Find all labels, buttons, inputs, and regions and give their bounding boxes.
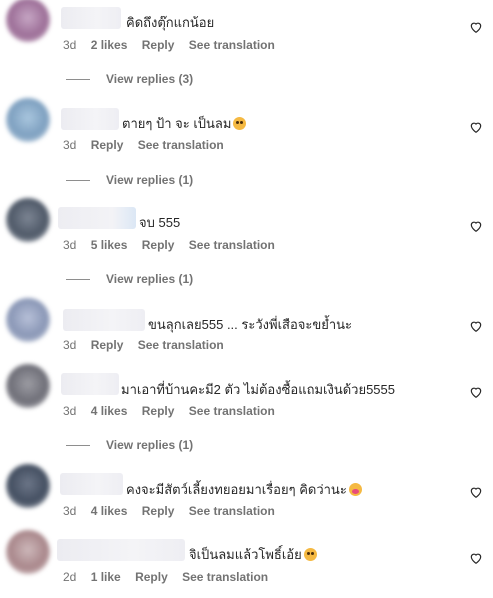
replies-divider-line [66,180,90,182]
heart-outline-icon[interactable] [469,219,483,233]
reply-button[interactable]: Reply [135,570,168,584]
username-redacted[interactable] [61,108,119,130]
comment-text: ตายๆ ป้า จะ เป็นลม [122,113,247,134]
view-replies-button[interactable]: View replies (3) [66,72,193,86]
reply-button[interactable]: Reply [91,138,124,152]
comment-text: จบ 555 [139,212,180,233]
heart-outline-icon[interactable] [469,120,483,134]
comment-meta: 2d 1 like Reply See translation [63,570,279,584]
reply-button[interactable]: Reply [142,504,175,518]
username-redacted[interactable] [61,373,119,395]
flushed-face-icon [233,117,247,130]
replies-divider-line [66,445,90,447]
view-replies-label: View replies (3) [106,72,194,86]
avatar[interactable] [6,98,50,142]
see-translation-button[interactable]: See translation [189,38,275,52]
comment-meta: 3d 5 likes Reply See translation [63,238,286,252]
heart-outline-icon[interactable] [469,485,483,499]
comment-age: 3d [63,138,77,152]
avatar[interactable] [6,364,50,408]
see-translation-button[interactable]: See translation [138,338,224,352]
comment-meta: 3d 4 likes Reply See translation [63,504,286,518]
see-translation-button[interactable]: See translation [138,138,224,152]
see-translation-button[interactable]: See translation [189,504,275,518]
username-redacted[interactable] [57,539,185,561]
comment-text-content: จบ 555 [139,215,181,230]
comment-text-content: คงจะมีสัตว์เลี้ยงทยอยมาเรื่อยๆ คิดว่านะ [126,482,347,497]
comment-text: มาเอาที่บ้านคะมี2 ตัว ไม่ต้องซื้อแถมเงิน… [121,379,395,400]
view-replies-label: View replies (1) [106,438,194,452]
see-translation-button[interactable]: See translation [182,570,268,584]
comment-age: 2d [63,570,77,584]
likes-count[interactable]: 4 likes [91,504,128,518]
reply-button[interactable]: Reply [142,404,175,418]
username-redacted[interactable] [61,7,121,29]
replies-divider-line [66,279,90,281]
heart-outline-icon[interactable] [469,319,483,333]
comment-meta: 3d 2 likes Reply See translation [63,38,286,52]
username-redacted[interactable] [63,309,145,331]
heart-outline-icon[interactable] [469,551,483,565]
comment-text-content: ขนลุกเลย555 ... ระวังพี่เสือจะขย้ำนะ [148,317,353,332]
kissing-face-icon [348,483,362,496]
comment-meta: 3d Reply See translation [63,338,235,352]
avatar[interactable] [6,0,50,42]
see-translation-button[interactable]: See translation [189,238,275,252]
likes-count[interactable]: 5 likes [91,238,128,252]
likes-count[interactable]: 1 like [91,570,121,584]
comment-age: 3d [63,238,77,252]
view-replies-button[interactable]: View replies (1) [66,438,193,452]
view-replies-label: View replies (1) [106,272,194,286]
comment-text: คงจะมีสัตว์เลี้ยงทยอยมาเรื่อยๆ คิดว่านะ [126,479,362,500]
avatar[interactable] [6,530,50,574]
reply-button[interactable]: Reply [142,238,175,252]
replies-divider-line [66,79,90,81]
avatar[interactable] [6,464,50,508]
view-replies-button[interactable]: View replies (1) [66,173,193,187]
avatar[interactable] [6,298,50,342]
reply-button[interactable]: Reply [142,38,175,52]
likes-count[interactable]: 4 likes [91,404,128,418]
comment-text-content: จิเป็นลมแล้วโพธิ์เอ้ย [189,547,302,562]
comment-text: ขนลุกเลย555 ... ระวังพี่เสือจะขย้ำนะ [148,314,352,335]
username-redacted[interactable] [58,207,136,229]
avatar[interactable] [6,198,50,242]
comment-text: คิดถึงตุ๊กแกน้อย [126,12,214,33]
see-translation-button[interactable]: See translation [189,404,275,418]
view-replies-label: View replies (1) [106,173,194,187]
username-redacted[interactable] [60,473,123,495]
comment-meta: 3d Reply See translation [63,138,235,152]
comment-text-content: มาเอาที่บ้านคะมี2 ตัว ไม่ต้องซื้อแถมเงิน… [121,382,395,397]
comment-text-content: คิดถึงตุ๊กแกน้อย [126,15,215,30]
comment-age: 3d [63,38,77,52]
flushed-face-icon [303,548,317,561]
comment-text: จิเป็นลมแล้วโพธิ์เอ้ย [189,544,317,565]
likes-count[interactable]: 2 likes [91,38,128,52]
view-replies-button[interactable]: View replies (1) [66,272,193,286]
heart-outline-icon[interactable] [469,385,483,399]
comment-age: 3d [63,338,77,352]
comment-age: 3d [63,404,77,418]
comment-age: 3d [63,504,77,518]
reply-button[interactable]: Reply [91,338,124,352]
heart-outline-icon[interactable] [469,20,483,34]
comment-text-content: ตายๆ ป้า จะ เป็นลม [122,116,232,131]
comment-meta: 3d 4 likes Reply See translation [63,404,286,418]
